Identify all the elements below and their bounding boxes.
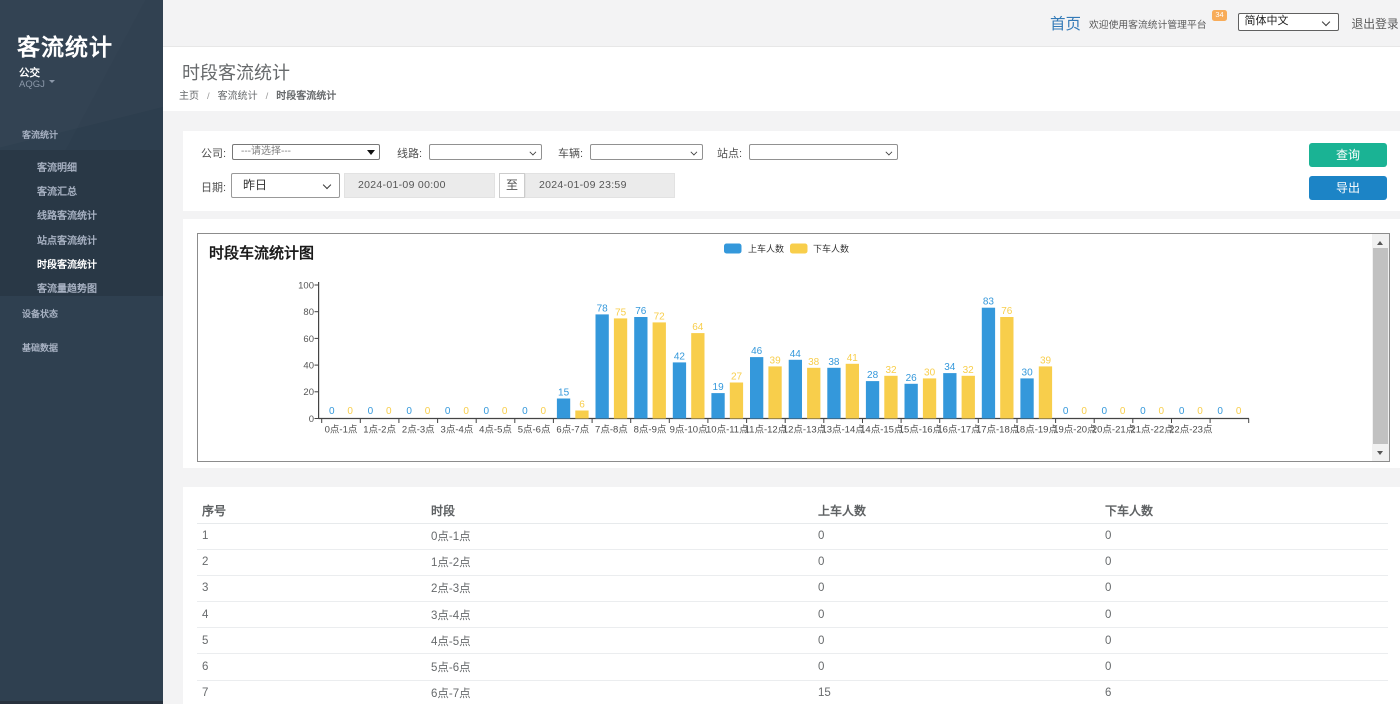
svg-text:0: 0 (1081, 406, 1087, 417)
svg-text:0: 0 (406, 406, 412, 417)
svg-text:0: 0 (1236, 406, 1242, 417)
svg-text:6点-7点: 6点-7点 (556, 425, 589, 436)
svg-text:0: 0 (1140, 406, 1146, 417)
svg-text:0: 0 (1102, 406, 1108, 417)
svg-text:13点-14点: 13点-14点 (821, 425, 865, 436)
svg-text:15: 15 (558, 388, 570, 399)
svg-text:0: 0 (347, 406, 353, 417)
svg-text:9点-10点: 9点-10点 (670, 425, 709, 436)
svg-text:21点-22点: 21点-22点 (1130, 425, 1174, 436)
svg-text:3点-4点: 3点-4点 (441, 425, 474, 436)
svg-text:30: 30 (924, 367, 936, 378)
svg-text:0: 0 (1063, 406, 1069, 417)
svg-text:80: 80 (303, 307, 314, 318)
svg-text:28: 28 (867, 370, 879, 381)
svg-text:下车人数: 下车人数 (813, 243, 849, 254)
svg-text:0: 0 (1197, 406, 1203, 417)
svg-text:39: 39 (770, 355, 782, 366)
svg-text:83: 83 (983, 297, 995, 308)
svg-text:17点-18点: 17点-18点 (976, 425, 1020, 436)
svg-text:100: 100 (298, 280, 314, 291)
svg-text:0: 0 (1217, 406, 1223, 417)
svg-text:20点-21点: 20点-21点 (1092, 425, 1136, 436)
svg-text:34: 34 (944, 362, 956, 373)
svg-text:19: 19 (713, 382, 725, 393)
svg-text:40: 40 (303, 361, 314, 372)
svg-text:46: 46 (751, 346, 763, 357)
svg-text:75: 75 (615, 307, 627, 318)
svg-text:11点-12点: 11点-12点 (745, 425, 788, 436)
svg-text:0: 0 (1120, 406, 1126, 417)
svg-text:42: 42 (674, 351, 686, 362)
svg-text:0: 0 (309, 414, 314, 425)
svg-text:10点-11点: 10点-11点 (706, 425, 749, 436)
svg-text:6: 6 (579, 400, 585, 411)
svg-text:76: 76 (1001, 306, 1013, 317)
svg-text:0: 0 (522, 406, 528, 417)
svg-text:0: 0 (445, 406, 451, 417)
svg-text:76: 76 (635, 306, 647, 317)
svg-text:60: 60 (303, 334, 314, 345)
svg-text:0: 0 (502, 406, 508, 417)
svg-text:4点-5点: 4点-5点 (479, 425, 512, 436)
svg-text:0: 0 (386, 406, 392, 417)
svg-text:32: 32 (885, 365, 897, 376)
svg-text:0: 0 (463, 406, 469, 417)
svg-text:38: 38 (808, 357, 820, 368)
svg-text:0: 0 (484, 406, 490, 417)
svg-text:20: 20 (303, 387, 314, 398)
svg-text:38: 38 (828, 357, 840, 368)
svg-text:22点-23点: 22点-23点 (1169, 425, 1213, 436)
svg-text:72: 72 (654, 311, 666, 322)
svg-text:0: 0 (1179, 406, 1185, 417)
svg-text:5点-6点: 5点-6点 (518, 425, 551, 436)
svg-text:44: 44 (790, 349, 802, 360)
svg-text:0点-1点: 0点-1点 (325, 425, 358, 436)
svg-text:12点-13点: 12点-13点 (783, 425, 827, 436)
svg-text:15点-16点: 15点-16点 (899, 425, 943, 436)
svg-text:14点-15点: 14点-15点 (860, 425, 904, 436)
svg-text:0: 0 (329, 406, 335, 417)
svg-text:27: 27 (731, 372, 743, 383)
svg-text:78: 78 (597, 303, 609, 314)
svg-text:2点-3点: 2点-3点 (402, 425, 435, 436)
svg-text:1点-2点: 1点-2点 (363, 425, 396, 436)
svg-text:7点-8点: 7点-8点 (595, 425, 628, 436)
svg-text:64: 64 (692, 322, 704, 333)
svg-text:18点-19点: 18点-19点 (1015, 425, 1059, 436)
svg-text:上车人数: 上车人数 (748, 243, 784, 254)
svg-text:26: 26 (906, 373, 918, 384)
svg-text:19点-20点: 19点-20点 (1053, 425, 1097, 436)
svg-text:30: 30 (1022, 367, 1034, 378)
svg-text:41: 41 (847, 353, 859, 364)
svg-text:32: 32 (963, 365, 975, 376)
svg-text:0: 0 (1159, 406, 1165, 417)
svg-text:0: 0 (368, 406, 374, 417)
svg-text:8点-9点: 8点-9点 (634, 425, 667, 436)
svg-text:39: 39 (1040, 355, 1052, 366)
svg-text:0: 0 (425, 406, 431, 417)
svg-text:16点-17点: 16点-17点 (937, 425, 981, 436)
svg-text:0: 0 (541, 406, 547, 417)
